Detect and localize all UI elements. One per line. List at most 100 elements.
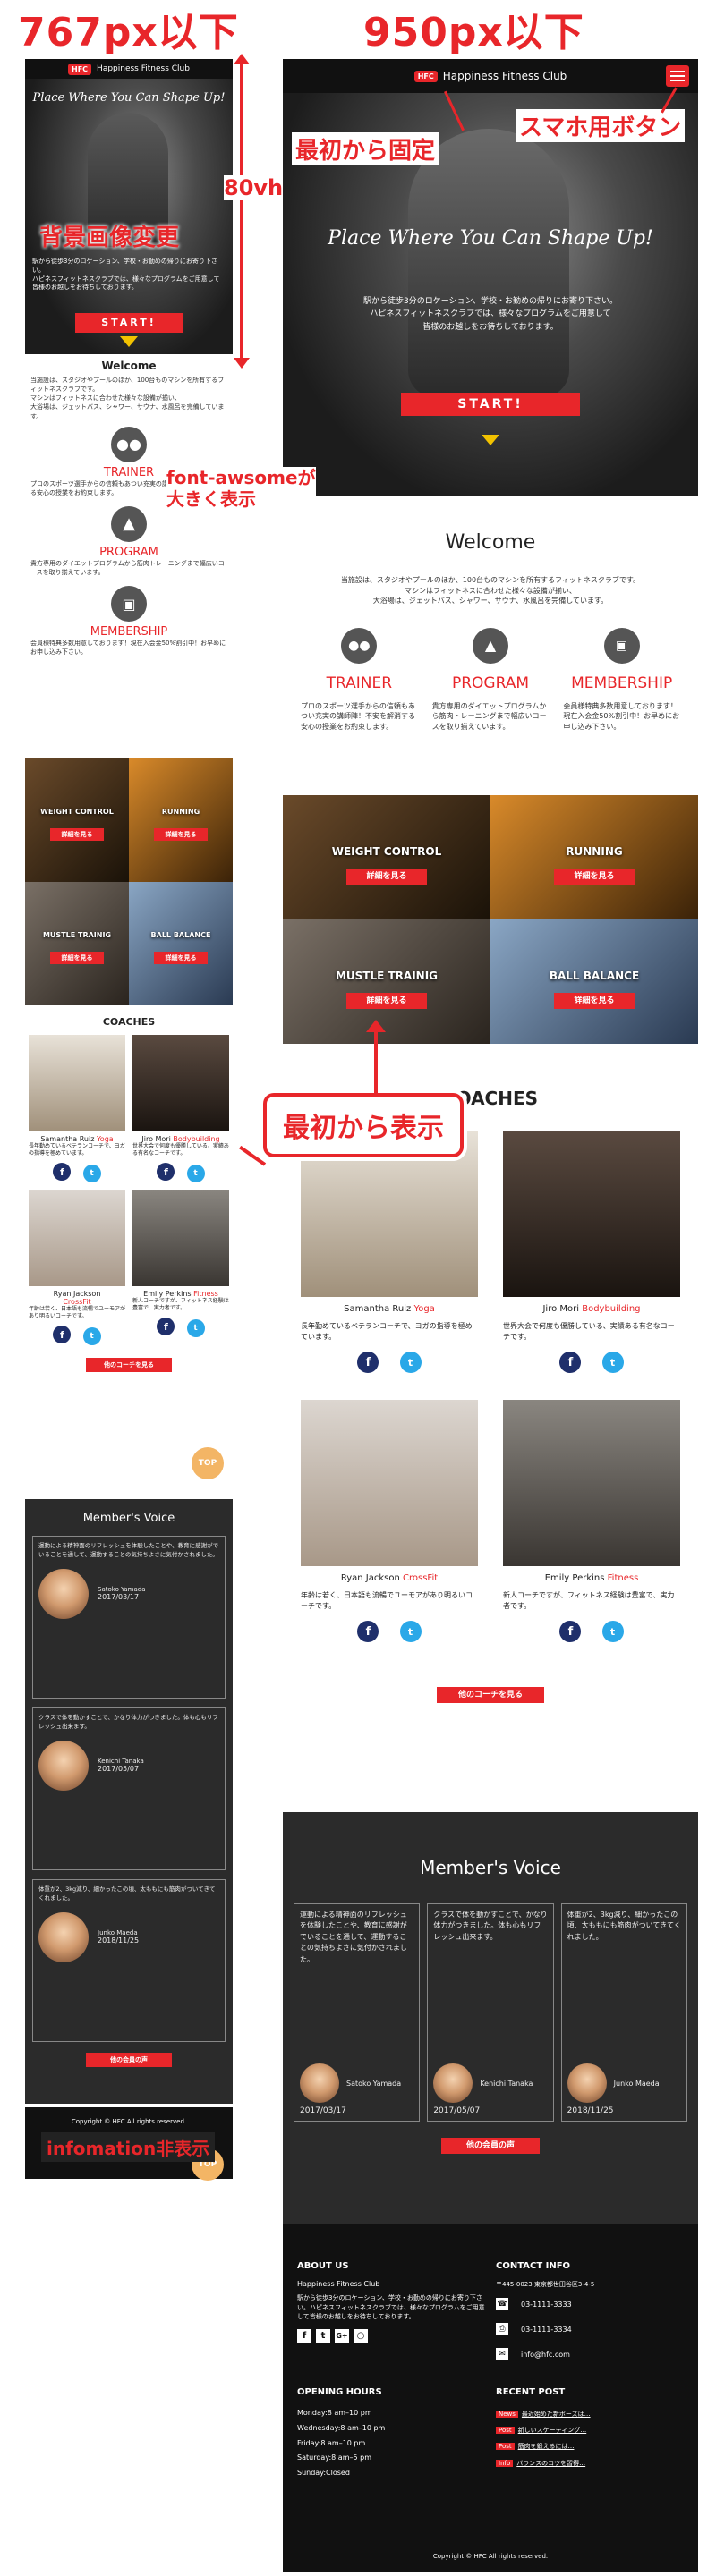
- google-plus-icon[interactable]: G+: [335, 2328, 349, 2343]
- tablet-coaches: COACHES Samantha Ruiz Yoga 長年勤めているベテランコー…: [283, 1088, 698, 1703]
- contact-mail[interactable]: info@hfc.com: [521, 2351, 570, 2359]
- feature-label-membership: MEMBERSHIP: [90, 625, 168, 640]
- contact-address: 〒445-0023 東京都世田谷区3-4-5: [496, 2281, 595, 2288]
- voice-date: 2017/05/07: [433, 2106, 481, 2115]
- voice-card: 運動による精神面のリフレッシュを体験したことや、教育に感謝がでいることを通して、…: [32, 1536, 226, 1699]
- voice-cards: 運動による精神面のリフレッシュを体験したことや、教育に感謝がでいることを通して、…: [283, 1878, 698, 2122]
- voice-text: 運動による精神面のリフレッシュを体験したことや、教育に感謝がでいることを通して、…: [38, 1542, 219, 1558]
- voice-author-row: Junko Maeda: [567, 2063, 681, 2103]
- tile-running[interactable]: RUNNING 詳細を見る: [129, 758, 233, 882]
- twitter-icon[interactable]: t: [82, 1164, 101, 1182]
- tile-detail-button[interactable]: 詳細を見る: [50, 952, 104, 964]
- tile-weight-control[interactable]: WEIGHT CONTROL 詳細を見る: [283, 795, 490, 919]
- hamburger-menu-button[interactable]: [666, 65, 689, 87]
- tablet-welcome: Welcome 当施設は、スタジオやプールのほか、100台ものマシンを所有するフ…: [283, 496, 698, 606]
- contact-fax-row: ⎙ 03-1111-3334: [496, 2323, 684, 2335]
- coaches-title: COACHES: [102, 1016, 156, 1028]
- annotation-icon-large-2: 大きく表示: [166, 488, 256, 510]
- annotation-show-first: 最初から表示: [263, 1093, 464, 1157]
- post-link[interactable]: バランスのコツを習得…: [516, 2460, 585, 2467]
- twitter-icon[interactable]: t: [316, 2328, 330, 2343]
- twitter-icon[interactable]: t: [399, 1621, 422, 1642]
- mobile-header: HFC Happiness Fitness Club: [25, 59, 233, 79]
- feature-trainer: ●● TRAINER プロのスポーツ選手からの信頼もあつい充実の講師陣！不安を解…: [301, 627, 418, 733]
- tile-detail-button[interactable]: 詳細を見る: [154, 828, 208, 841]
- voice-card: 体重が2、3kg減り、細かったこの頃、太ももにも筋肉がついてきてくれました。 J…: [32, 1879, 226, 2042]
- users-icon: ●●: [111, 426, 147, 462]
- tile-detail-button[interactable]: 詳細を見る: [346, 993, 427, 1009]
- tile-detail-button[interactable]: 詳細を見る: [154, 952, 208, 964]
- more-voices-button[interactable]: 他の会員の声: [441, 2138, 540, 2154]
- coach-card: Jiro Mori Bodybuilding 世界大会で何度も優勝している、実績…: [132, 1035, 229, 1182]
- tile-detail-button[interactable]: 詳細を見る: [554, 993, 635, 1009]
- coach-name: Ryan Jackson: [340, 1573, 400, 1583]
- facebook-icon[interactable]: f: [357, 1621, 379, 1642]
- coach-text: 年齢は若く、日本語も流暢でユーモアがあり明るいコーチです。: [301, 1591, 473, 1610]
- more-coaches-button[interactable]: 他のコーチを見る: [86, 1357, 172, 1372]
- twitter-icon[interactable]: t: [601, 1352, 624, 1373]
- contact-title: CONTACT INFO: [496, 2261, 571, 2271]
- tile-detail-button[interactable]: 詳細を見る: [50, 828, 104, 841]
- recent-post[interactable]: Info バランスのコツを習得…: [496, 2455, 684, 2471]
- coach-tag: Fitness: [193, 1289, 218, 1298]
- instagram-icon[interactable]: ○: [354, 2328, 368, 2343]
- tile-ball-balance[interactable]: BALL BALANCE 詳細を見る: [129, 882, 233, 1005]
- facebook-icon[interactable]: f: [559, 1621, 582, 1642]
- tile-running[interactable]: RUNNING 詳細を見る: [490, 795, 698, 919]
- more-coaches-button[interactable]: 他のコーチを見る: [437, 1687, 544, 1703]
- facebook-icon[interactable]: f: [559, 1352, 582, 1373]
- hero-text-3: 皆様のお越しをお待ちしております。: [422, 322, 558, 332]
- tile-weight-control[interactable]: WEIGHT CONTROL 詳細を見る: [25, 758, 129, 882]
- voice-meta: Junko Maeda 2018/11/25: [98, 1929, 139, 1945]
- coach-photo: [29, 1035, 125, 1131]
- tile-muscle-training[interactable]: MUSTLE TRAINIG 詳細を見る: [25, 882, 129, 1005]
- footer-contact: CONTACT INFO 〒445-0023 東京都世田谷区3-4-5 ☎ 03…: [496, 2261, 684, 2360]
- post-link[interactable]: 新しいスケーティング…: [518, 2427, 587, 2434]
- voice-meta: Kenichi Tanaka 2017/05/07: [98, 1758, 144, 1773]
- twitter-icon[interactable]: t: [82, 1326, 101, 1345]
- recent-post[interactable]: Post 筋肉を鍛えるには…: [496, 2438, 684, 2454]
- twitter-icon[interactable]: t: [601, 1621, 624, 1642]
- coach-name: Samantha Ruiz: [344, 1304, 412, 1314]
- facebook-icon[interactable]: f: [297, 2328, 311, 2343]
- feature-label-trainer: TRAINER: [326, 674, 393, 692]
- tile-ball-balance[interactable]: BALL BALANCE 詳細を見る: [490, 919, 698, 1044]
- voice-text: 体重が2、3kg減り、細かったこの頃、太ももにも筋肉がついてきてくれました。: [38, 1885, 216, 1902]
- recent-post[interactable]: Post 新しいスケーティング…: [496, 2422, 684, 2438]
- footer-social: f t G+ ○: [297, 2328, 485, 2343]
- start-button[interactable]: START!: [401, 393, 580, 416]
- more-voices-button[interactable]: 他の会員の声: [86, 2053, 172, 2067]
- welcome-text-2: マシンはフィットネスに合わせた様々な設備が揃い、: [405, 586, 576, 595]
- twitter-icon[interactable]: t: [186, 1318, 205, 1337]
- voice-name: Kenichi Tanaka: [98, 1758, 144, 1765]
- coach-name: Samantha Ruiz: [40, 1135, 95, 1143]
- facebook-icon[interactable]: f: [157, 1163, 175, 1182]
- voice-title: Member's Voice: [420, 1857, 561, 1878]
- coach-name: Jiro Mori: [542, 1304, 580, 1314]
- annotation-bg-change: 背景画像変更: [39, 225, 180, 251]
- start-button[interactable]: START!: [75, 313, 183, 333]
- coach-social: f t: [29, 1325, 125, 1345]
- top-button[interactable]: TOP: [192, 1447, 224, 1479]
- twitter-icon[interactable]: t: [186, 1164, 205, 1182]
- mobile-voice: Member's Voice 運動による精神面のリフレッシュを体験したことや、教…: [25, 1499, 233, 2104]
- coach-name: Emily Perkins: [544, 1573, 605, 1583]
- facebook-icon[interactable]: f: [157, 1318, 175, 1336]
- tile-muscle-training[interactable]: MUSTLE TRAINIG 詳細を見る: [283, 919, 490, 1044]
- coach-social: f t: [29, 1162, 125, 1182]
- tile-detail-button[interactable]: 詳細を見る: [346, 869, 427, 885]
- annotation-icon-large: font-awsomeが 大きく表示: [166, 467, 316, 510]
- post-link[interactable]: 筋肉を鍛えるには…: [518, 2443, 575, 2450]
- coach-tag: Bodybuilding: [582, 1304, 641, 1314]
- post-link[interactable]: 最近始めた新ボーズは…: [522, 2411, 591, 2418]
- welcome-title: Welcome: [101, 360, 157, 372]
- annotation-80vh: 80vh: [224, 175, 284, 200]
- hours-list: Monday:8 am–10 pm Wednesday:8 am–10 pm F…: [297, 2406, 485, 2481]
- welcome-text: 当施設は、スタジオやプールのほか、100台ものマシンを所有するフィットネスクラブ…: [30, 376, 227, 421]
- facebook-icon[interactable]: f: [357, 1352, 379, 1373]
- facebook-icon[interactable]: f: [53, 1163, 72, 1182]
- tile-detail-button[interactable]: 詳細を見る: [554, 869, 635, 885]
- twitter-icon[interactable]: t: [399, 1352, 422, 1373]
- recent-post[interactable]: News 最近始めた新ボーズは…: [496, 2406, 684, 2422]
- facebook-icon[interactable]: f: [53, 1326, 72, 1344]
